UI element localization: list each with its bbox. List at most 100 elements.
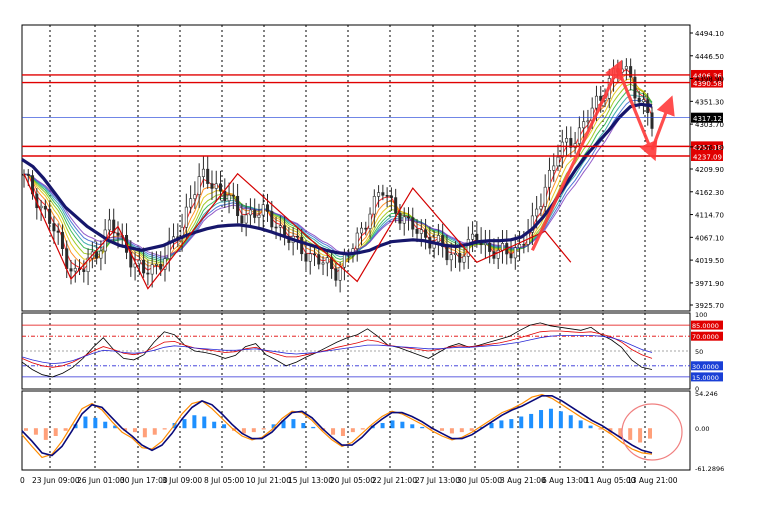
- macd-histogram-bar: [410, 424, 415, 429]
- candle-body: [146, 272, 150, 275]
- macd-histogram-bar: [93, 417, 98, 429]
- x-tick-label: 10 Jul 21:00: [246, 476, 291, 485]
- macd-histogram-bar: [519, 416, 524, 429]
- macd-histogram-bar: [360, 428, 365, 430]
- candle-body: [193, 194, 197, 200]
- y-tick-label: 4019.50: [695, 257, 724, 265]
- candle-body: [60, 232, 64, 249]
- macd-histogram-bar: [251, 428, 256, 433]
- candle-body: [368, 213, 372, 229]
- candle-body: [556, 156, 560, 167]
- candle-body: [577, 127, 581, 144]
- candle-body: [150, 264, 154, 275]
- x-tick-label: 13 Aug 21:00: [627, 476, 678, 485]
- candle-body: [295, 235, 299, 238]
- candle-body: [95, 251, 99, 259]
- macd-histogram-bar: [380, 423, 385, 429]
- candle-body: [99, 250, 103, 259]
- candle-body: [206, 168, 210, 184]
- macd-histogram-bar: [578, 420, 583, 429]
- x-tick-label: 6 Aug 13:00: [542, 476, 588, 485]
- macd-histogram-bar: [83, 416, 88, 429]
- macd-histogram-bar: [291, 419, 296, 429]
- y-tick-label: 4067.10: [695, 234, 724, 242]
- y-tick-label: 4351.30: [695, 98, 724, 106]
- candle-body: [39, 205, 43, 209]
- candle-body: [56, 230, 60, 233]
- price-label: 4237.09: [693, 153, 722, 161]
- macd-histogram-bar: [261, 428, 266, 430]
- candle-body: [475, 233, 479, 241]
- candle-body: [201, 168, 205, 177]
- macd-histogram-bar: [162, 428, 167, 430]
- macd-histogram-bar: [548, 408, 553, 429]
- x-tick-label: 0: [20, 476, 25, 485]
- macd-panel: [21, 390, 691, 471]
- x-tick-label: 15 Jul 13:00: [288, 476, 333, 485]
- candle-body: [189, 198, 193, 208]
- macd-histogram-bar: [222, 424, 227, 429]
- x-tick-label: 20 Jul 05:00: [330, 476, 375, 485]
- candle-body: [338, 266, 342, 281]
- candle-body: [582, 121, 586, 129]
- x-tick-label: 30 Jun 17:00: [120, 476, 168, 485]
- candle-body: [424, 229, 428, 238]
- candle-body: [244, 214, 248, 224]
- macd-histogram-bar: [558, 411, 563, 429]
- candle-body: [107, 219, 111, 231]
- macd-histogram-bar: [152, 428, 157, 435]
- candle-body: [278, 225, 282, 228]
- candle-body: [637, 97, 641, 103]
- candle-body: [248, 209, 252, 216]
- candle-body: [419, 229, 423, 234]
- candle-body: [227, 194, 231, 202]
- macd-histogram-bar: [400, 421, 405, 429]
- candle-body: [253, 209, 257, 218]
- candle-body: [586, 120, 590, 123]
- candle-body: [402, 216, 406, 224]
- macd-histogram-bar: [440, 428, 444, 431]
- macd-histogram-bar: [331, 428, 336, 435]
- candle-body: [210, 183, 214, 189]
- candle-body: [372, 196, 376, 215]
- price-panel: [21, 24, 691, 312]
- candle-body: [73, 268, 77, 272]
- candle-body: [560, 141, 564, 158]
- candle-body: [359, 227, 363, 234]
- macd-histogram-bar: [459, 428, 464, 433]
- y-tick-label: 4114.70: [695, 212, 724, 220]
- candle-body: [266, 204, 270, 212]
- macd-tick-label: 54.246: [695, 390, 718, 398]
- candle-body: [406, 216, 410, 219]
- rsi-level-label: 85.0000: [692, 322, 719, 330]
- macd-histogram-bar: [529, 413, 534, 429]
- candle-body: [261, 204, 265, 216]
- candle-body: [274, 226, 278, 229]
- candle-body: [159, 264, 163, 270]
- candle-body: [355, 232, 359, 249]
- candle-body: [513, 247, 517, 259]
- candle-body: [317, 254, 321, 265]
- x-tick-label: 3 Jul 09:00: [162, 476, 202, 485]
- macd-histogram-bar: [182, 419, 187, 429]
- candle-body: [650, 112, 654, 129]
- candle-body: [543, 186, 547, 207]
- y-tick-label: 4162.30: [695, 189, 724, 197]
- macd-histogram-bar: [420, 426, 425, 429]
- candle-body: [69, 268, 73, 272]
- candle-body: [154, 264, 158, 266]
- rsi-level-label: 15.0000: [692, 374, 719, 382]
- candle-body: [411, 217, 415, 230]
- macd-histogram-bar: [509, 419, 514, 429]
- macd-histogram-bar: [33, 428, 38, 435]
- candle-body: [214, 183, 218, 189]
- candle-body: [231, 194, 235, 197]
- macd-tick-label: -61.2896: [695, 465, 724, 473]
- candle-body: [535, 208, 539, 217]
- candle-body: [471, 233, 475, 240]
- macd-histogram-bar: [390, 420, 395, 429]
- candle-body: [500, 243, 504, 251]
- macd-histogram-bar: [499, 420, 504, 429]
- macd-tick-label: 0.00: [695, 425, 709, 433]
- candle-body: [552, 165, 556, 171]
